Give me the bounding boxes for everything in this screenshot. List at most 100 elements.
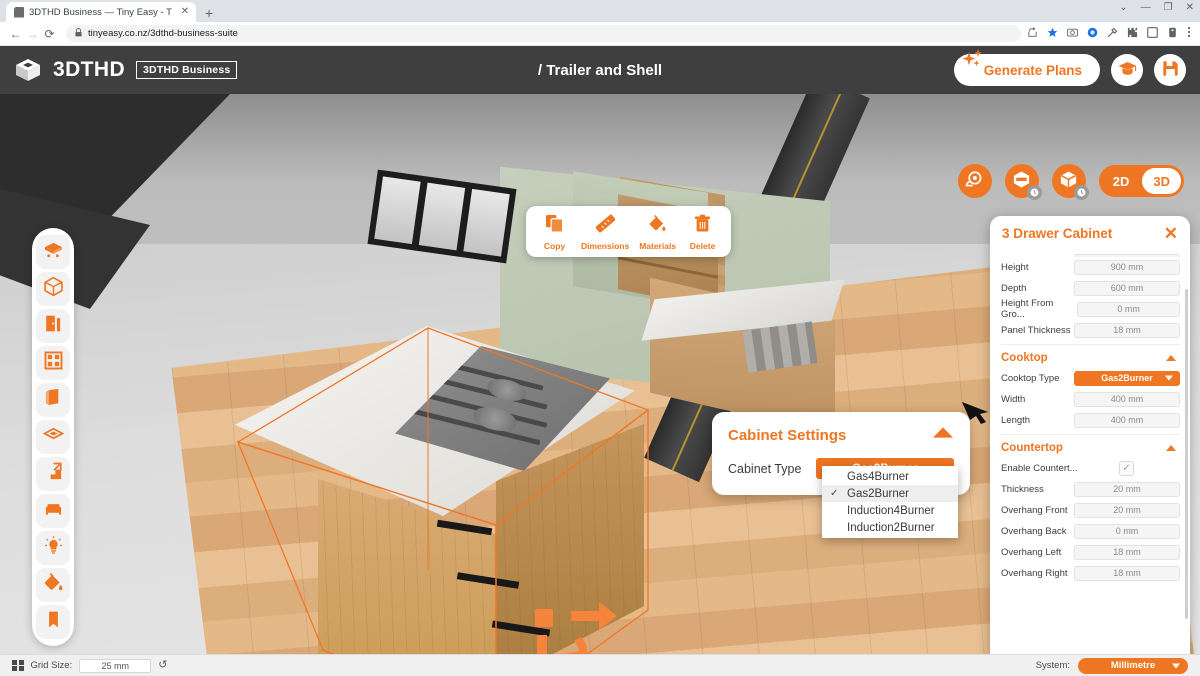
camera-icon[interactable] bbox=[1067, 27, 1078, 40]
materials-label: Materials bbox=[639, 241, 677, 251]
cabinet-type-option[interactable]: ✓ Gas2Burner bbox=[822, 485, 958, 502]
property-row-thickness: Thickness 20 mm bbox=[1001, 479, 1180, 499]
profile-icon[interactable] bbox=[1167, 27, 1178, 41]
view-2d-option[interactable]: 2D bbox=[1102, 168, 1141, 194]
sidebar-item-shell[interactable] bbox=[36, 272, 70, 306]
browser-tab[interactable]: 3DTHD Business — Tiny Easy - T ✕ bbox=[6, 2, 196, 22]
sidebar-item-furniture[interactable] bbox=[36, 494, 70, 528]
sidebar-item-bookmarks[interactable] bbox=[36, 605, 70, 639]
property-input[interactable]: 400 mm bbox=[1074, 412, 1180, 428]
copy-button[interactable]: Copy bbox=[538, 214, 571, 251]
copy-label: Copy bbox=[543, 241, 566, 251]
property-input[interactable]: 0 mm bbox=[1074, 523, 1180, 539]
grid-size-input[interactable]: 25 mm bbox=[79, 658, 152, 673]
back-icon[interactable]: ← bbox=[7, 28, 24, 40]
unit-system-control: System: Millimetre bbox=[1036, 657, 1188, 674]
property-input[interactable]: 18 mm bbox=[1074, 565, 1180, 581]
generate-plans-button[interactable]: Generate Plans bbox=[953, 49, 1100, 86]
transform-gizmo[interactable] bbox=[515, 589, 625, 654]
cabinet-type-option[interactable]: Induction4Burner bbox=[822, 502, 958, 519]
bookmark-icon bbox=[43, 609, 64, 635]
sidebar-item-door[interactable] bbox=[36, 309, 70, 343]
section-header-countertop[interactable]: Countertop bbox=[1001, 434, 1180, 454]
property-input[interactable]: 400 mm bbox=[1074, 391, 1180, 407]
sparkles-icon bbox=[960, 48, 988, 76]
reset-icon[interactable]: ↺ bbox=[158, 660, 167, 671]
share-icon[interactable] bbox=[1027, 27, 1038, 41]
sidebar-item-window[interactable] bbox=[36, 346, 70, 380]
visibility-toggle-badge[interactable] bbox=[1026, 185, 1042, 200]
object-action-toolbar: Copy Dimensions Materials Delete bbox=[526, 206, 732, 257]
property-input[interactable]: 20 mm bbox=[1074, 502, 1180, 518]
puzzle-icon[interactable] bbox=[1127, 27, 1138, 41]
enable-countertop-checkbox[interactable]: ✓ bbox=[1119, 460, 1134, 476]
sidebar-item-materials[interactable] bbox=[36, 568, 70, 602]
window-chevron-icon[interactable]: ⌄ bbox=[1119, 3, 1127, 13]
eyedropper-icon[interactable] bbox=[1107, 27, 1118, 41]
close-tab-icon[interactable]: ✕ bbox=[181, 7, 189, 17]
sidebar-item-trailer[interactable] bbox=[36, 235, 70, 269]
reload-icon[interactable]: ⟳ bbox=[41, 28, 58, 40]
property-row-panel-thickness: Panel Thickness 18 mm bbox=[1001, 320, 1180, 340]
window-close-button[interactable]: ✕ bbox=[1186, 3, 1194, 13]
sidebar-item-wall[interactable] bbox=[36, 383, 70, 417]
window-icon[interactable] bbox=[1147, 26, 1158, 41]
viewport-3d[interactable]: Copy Dimensions Materials Delete 2D 3D C… bbox=[0, 94, 1200, 654]
sidebar-item-floor[interactable] bbox=[36, 420, 70, 454]
lock-icon bbox=[75, 28, 82, 39]
section-header-cooktop[interactable]: Cooktop bbox=[1001, 344, 1180, 364]
window-pane bbox=[463, 188, 510, 257]
window-maximize-button[interactable]: ❐ bbox=[1164, 3, 1173, 13]
sidebar-item-lighting[interactable] bbox=[36, 531, 70, 565]
property-input[interactable]: 0 mm bbox=[1077, 301, 1180, 317]
address-bar[interactable]: tinyeasy.co.nz/3dthd-business-suite bbox=[66, 25, 1021, 42]
new-tab-button[interactable]: + bbox=[205, 6, 213, 20]
left-tool-sidebar bbox=[32, 228, 74, 646]
dimensions-button[interactable]: Dimensions bbox=[581, 214, 629, 251]
property-row-overhang-right: Overhang Right 18 mm bbox=[1001, 563, 1180, 583]
visibility-toggle-badge[interactable] bbox=[1073, 185, 1089, 200]
browser-menu-icon[interactable] bbox=[1187, 26, 1191, 41]
property-input[interactable]: 18 mm bbox=[1074, 544, 1180, 560]
properties-scrollbar[interactable] bbox=[1185, 289, 1188, 619]
measure-tool-button[interactable] bbox=[957, 164, 992, 198]
extension-blue-icon[interactable] bbox=[1087, 27, 1098, 41]
clipped-input[interactable] bbox=[1074, 253, 1180, 257]
window-pane bbox=[418, 182, 466, 251]
unit-system-dropdown[interactable]: Millimetre bbox=[1078, 657, 1188, 674]
cooktop-type-dropdown[interactable]: Gas2Burner bbox=[1074, 370, 1180, 386]
cabinet-type-option-label: Gas2Burner bbox=[847, 487, 910, 500]
property-input[interactable]: 20 mm bbox=[1074, 481, 1180, 497]
property-input[interactable]: 900 mm bbox=[1074, 259, 1180, 275]
save-button[interactable] bbox=[1154, 54, 1186, 86]
property-row-overhang-left: Overhang Left 18 mm bbox=[1001, 542, 1180, 562]
graduation-cap-icon bbox=[1118, 61, 1137, 80]
property-input[interactable]: 18 mm bbox=[1074, 322, 1180, 338]
materials-button[interactable]: Materials bbox=[639, 214, 676, 251]
view-3d-option[interactable]: 3D bbox=[1142, 168, 1181, 194]
property-label: Thickness bbox=[1001, 483, 1044, 495]
cabinet-type-option[interactable]: Induction2Burner bbox=[822, 519, 958, 536]
status-bar: Grid Size: 25 mm ↺ System: Millimetre bbox=[0, 654, 1200, 676]
box-visibility-button[interactable] bbox=[1051, 164, 1089, 200]
forward-icon[interactable]: → bbox=[24, 28, 41, 40]
chevron-up-icon[interactable] bbox=[932, 426, 954, 444]
cabinet-settings-header[interactable]: Cabinet Settings bbox=[728, 426, 954, 444]
cabinet-type-option[interactable]: Gas4Burner bbox=[822, 468, 958, 485]
shell-cube-icon bbox=[43, 276, 64, 302]
app-header: 3DTHD 3DTHD Business / Trailer and Shell… bbox=[0, 46, 1200, 94]
close-icon[interactable]: ✕ bbox=[1164, 225, 1178, 242]
tutorial-button[interactable] bbox=[1111, 54, 1143, 86]
property-input[interactable]: 600 mm bbox=[1074, 280, 1180, 296]
bookmark-star-icon[interactable] bbox=[1047, 27, 1058, 41]
brand-name: 3DTHD bbox=[53, 58, 126, 81]
delete-button[interactable]: Delete bbox=[686, 214, 719, 251]
shell-visibility-button[interactable] bbox=[1004, 164, 1042, 200]
sidebar-item-stairs[interactable] bbox=[36, 457, 70, 491]
window-minimize-button[interactable]: — bbox=[1141, 3, 1151, 13]
brand[interactable]: 3DTHD 3DTHD Business bbox=[14, 56, 238, 84]
favicon-icon bbox=[14, 6, 24, 18]
view-dimension-toggle[interactable]: 2D 3D bbox=[1098, 165, 1184, 197]
chevron-up-icon bbox=[1166, 355, 1176, 361]
door-icon bbox=[43, 313, 64, 339]
